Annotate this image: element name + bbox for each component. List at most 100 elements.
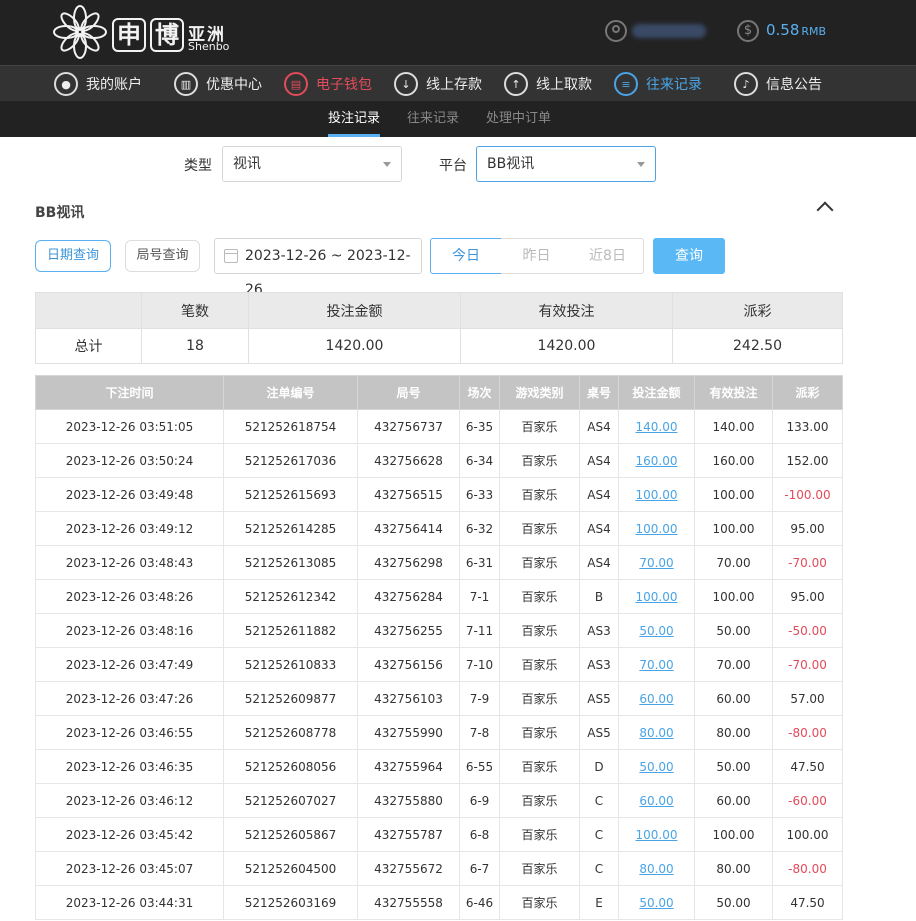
bet-amount-link[interactable]: 50.00 <box>639 624 673 638</box>
table-cell: C <box>579 817 619 852</box>
summary-header-cell <box>35 292 142 329</box>
withdraw-icon: ↑ <box>504 72 528 96</box>
records-header-cell: 下注时间 <box>35 375 224 410</box>
nav-announcements[interactable]: ♪ 信息公告 <box>734 66 822 102</box>
bet-amount-link[interactable]: 50.00 <box>639 760 673 774</box>
today-button[interactable]: 今日 <box>430 238 502 274</box>
table-cell: 6-55 <box>459 749 500 784</box>
date-range-input[interactable]: 2023-12-26 ~ 2023-12-26 <box>214 238 422 298</box>
type-label: 类型 <box>184 158 212 174</box>
table-cell: 57.00 <box>772 681 843 716</box>
nav-online-deposit[interactable]: ↓ 线上存款 <box>394 66 482 102</box>
table-cell: 521252614285 <box>223 511 358 546</box>
flower-logo-icon <box>53 5 107 59</box>
table-cell: 521252608778 <box>223 715 358 750</box>
summary-header-row: 笔数 投注金额 有效投注 派彩 <box>35 292 843 329</box>
table-row: 2023-12-26 03:47:49 521252610833 432756156… <box>35 647 843 682</box>
table-cell: 百家乐 <box>499 885 580 920</box>
bet-amount-link[interactable]: 70.00 <box>639 658 673 672</box>
table-cell: 6-35 <box>459 409 500 444</box>
summary-cell: 242.50 <box>672 328 843 364</box>
table-cell: 100.00 <box>772 817 843 852</box>
bet-amount-link[interactable]: 70.00 <box>639 556 673 570</box>
query-button[interactable]: 查询 <box>653 238 725 274</box>
table-cell: 百家乐 <box>499 545 580 580</box>
table-cell: AS5 <box>579 681 619 716</box>
table-cell: -80.00 <box>772 851 843 886</box>
table-cell: 6-46 <box>459 885 500 920</box>
table-cell: 70.00 <box>694 545 773 580</box>
table-cell: C <box>579 783 619 818</box>
table-cell: E <box>579 885 619 920</box>
logo[interactable]: 申 博 亚洲 Shenbo <box>52 4 232 62</box>
table-cell: AS4 <box>579 477 619 512</box>
date-query-button[interactable]: 日期查询 <box>35 240 111 272</box>
bet-amount-link[interactable]: 160.00 <box>636 454 678 468</box>
bet-amount-cell: 50.00 <box>618 885 695 920</box>
table-cell: 432755880 <box>357 783 460 818</box>
bet-amount-link[interactable]: 100.00 <box>636 488 678 502</box>
table-cell: 50.00 <box>694 613 773 648</box>
yesterday-button[interactable]: 昨日 <box>501 238 573 274</box>
tab-transactions[interactable]: 往来记录 <box>407 101 459 137</box>
bet-amount-link[interactable]: 50.00 <box>639 896 673 910</box>
type-select[interactable]: 视讯 <box>222 146 402 182</box>
table-row: 2023-12-26 03:49:48 521252615693 432756515… <box>35 477 843 512</box>
table-cell: 133.00 <box>772 409 843 444</box>
section-title: BB视讯 <box>35 205 85 221</box>
tab-pending-orders[interactable]: 处理中订单 <box>486 101 551 137</box>
records-header-cell: 桌号 <box>579 375 619 410</box>
records-header-cell: 场次 <box>459 375 500 410</box>
bet-records-table: 下注时间 注单编号 局号 场次 游戏类别 桌号 投注金额 有效投注 派彩 2023-12-26 … <box>35 375 843 920</box>
round-query-button[interactable]: 局号查询 <box>125 240 200 272</box>
nav-online-withdraw[interactable]: ↑ 线上取款 <box>504 66 592 102</box>
table-cell: C <box>579 851 619 886</box>
records-header-cell: 注单编号 <box>223 375 358 410</box>
summary-header-cell: 派彩 <box>672 292 843 329</box>
records-header-cell: 局号 <box>357 375 460 410</box>
table-cell: 521252617036 <box>223 443 358 478</box>
bet-amount-link[interactable]: 100.00 <box>636 522 678 536</box>
chevron-up-icon[interactable] <box>816 201 834 219</box>
table-cell: 100.00 <box>694 477 773 512</box>
main-nav: ● 我的账户 ▥ 优惠中心 ▤ 电子钱包 ↓ 线上存款 ↑ 线上取款 ≡ 往来记录 ♪ 信息公… <box>0 65 916 101</box>
bet-amount-link[interactable]: 140.00 <box>636 420 678 434</box>
summary-cell: 18 <box>141 328 249 364</box>
table-cell: 70.00 <box>694 647 773 682</box>
bet-amount-link[interactable]: 60.00 <box>639 794 673 808</box>
tab-bet-records[interactable]: 投注记录 <box>328 101 381 137</box>
nav-e-wallet[interactable]: ▤ 电子钱包 <box>284 66 372 102</box>
table-cell: 432756515 <box>357 477 460 512</box>
nav-transaction-records[interactable]: ≡ 往来记录 <box>614 66 702 102</box>
nav-promotions[interactable]: ▥ 优惠中心 <box>174 66 262 102</box>
account-avatar-icon[interactable] <box>605 20 627 42</box>
bet-amount-link[interactable]: 80.00 <box>639 862 673 876</box>
table-cell: 6-34 <box>459 443 500 478</box>
nav-my-account[interactable]: ● 我的账户 <box>54 66 142 102</box>
table-cell: AS5 <box>579 715 619 750</box>
table-cell: 2023-12-26 03:51:05 <box>35 409 224 444</box>
bet-amount-cell: 50.00 <box>618 613 695 648</box>
table-cell: 521252615693 <box>223 477 358 512</box>
bet-amount-link[interactable]: 80.00 <box>639 726 673 740</box>
last-8-days-button[interactable]: 近8日 <box>572 238 644 274</box>
platform-select[interactable]: BB视讯 <box>476 146 656 182</box>
table-cell: 百家乐 <box>499 443 580 478</box>
table-cell: 160.00 <box>694 443 773 478</box>
balance-currency: RMB <box>801 25 827 38</box>
table-cell: 7-11 <box>459 613 500 648</box>
summary-header-cell: 投注金额 <box>248 292 461 329</box>
summary-header-cell: 笔数 <box>141 292 249 329</box>
table-cell: 2023-12-26 03:49:12 <box>35 511 224 546</box>
bet-amount-link[interactable]: 100.00 <box>636 828 678 842</box>
table-cell: -80.00 <box>772 715 843 750</box>
table-cell: 521252618754 <box>223 409 358 444</box>
bet-amount-link[interactable]: 100.00 <box>636 590 678 604</box>
user-icon: ● <box>54 72 78 96</box>
table-cell: 6-8 <box>459 817 500 852</box>
bet-amount-link[interactable]: 60.00 <box>639 692 673 706</box>
table-cell: -60.00 <box>772 783 843 818</box>
table-cell: 100.00 <box>694 579 773 614</box>
summary-header-cell: 有效投注 <box>460 292 673 329</box>
table-cell: 50.00 <box>694 749 773 784</box>
